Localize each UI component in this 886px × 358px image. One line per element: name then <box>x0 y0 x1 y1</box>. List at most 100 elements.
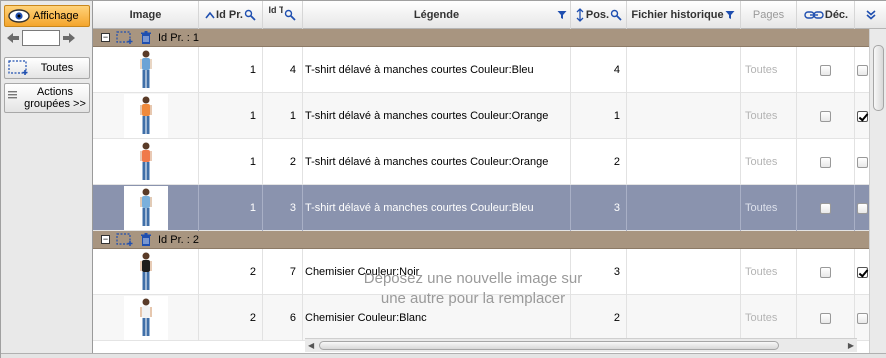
grouped-actions-label: Actions groupées >> <box>21 86 89 110</box>
cell-image[interactable] <box>93 295 199 341</box>
affichage-button[interactable]: Affichage <box>4 5 90 27</box>
table-row[interactable]: 1 3 T-shirt délavé à manches courtes Coule… <box>93 185 869 231</box>
cell-id-t: 2 <box>263 139 303 185</box>
cell-id-pr: 1 <box>199 93 263 139</box>
image-grid: Image Id Pr. Id T... Légende Pos. Fi <box>93 1 886 353</box>
product-thumbnail[interactable] <box>123 296 168 340</box>
expand-all-button[interactable] <box>855 1 886 29</box>
scroll-right-icon[interactable]: ▶ <box>848 341 854 350</box>
filter-icon[interactable] <box>557 10 567 20</box>
cell-id-t: 6 <box>263 295 303 341</box>
column-id-t-label: Id T... <box>268 5 283 15</box>
cell-id-t: 4 <box>263 47 303 93</box>
cell-extra <box>855 249 869 295</box>
grouped-actions-line1: Actions <box>36 86 74 98</box>
cell-image[interactable] <box>93 185 199 231</box>
reorder-icon <box>575 8 585 22</box>
group-header[interactable]: − Id Pr. : 2 <box>93 231 869 249</box>
search-icon[interactable] <box>610 9 622 21</box>
collapse-toggle[interactable]: − <box>101 33 110 42</box>
cell-fichier <box>627 47 741 93</box>
cell-fichier <box>627 295 741 341</box>
dec-checkbox[interactable] <box>820 312 831 324</box>
dec-checkbox[interactable] <box>820 110 831 122</box>
vertical-scrollbar[interactable] <box>869 29 886 353</box>
cell-image[interactable] <box>93 139 199 185</box>
scroll-left-icon[interactable]: ◀ <box>308 341 314 350</box>
row-checkbox[interactable] <box>856 312 868 324</box>
left-toolbar: Affichage Toutes Actions groupées >> <box>1 1 93 353</box>
select-all-icon[interactable] <box>116 232 134 247</box>
row-checkbox[interactable] <box>856 64 868 76</box>
column-header-dec[interactable]: Déc. <box>797 1 855 29</box>
column-pos-label: Pos. <box>585 9 610 21</box>
cell-dec <box>797 249 855 295</box>
cell-pages: Toutes <box>741 185 797 231</box>
cell-legende: T-shirt délavé à manches courtes Couleur… <box>303 139 571 185</box>
column-pages-label: Pages <box>752 9 785 21</box>
column-header-legende[interactable]: Légende <box>303 1 571 29</box>
arrow-right-icon[interactable] <box>60 30 78 46</box>
trash-icon[interactable] <box>140 30 152 45</box>
cell-extra <box>855 295 869 341</box>
cell-id-pr: 1 <box>199 139 263 185</box>
select-all-label: Toutes <box>40 62 74 74</box>
table-row[interactable]: 2 6 Chemisier Couleur:Blanc 2 Toutes <box>93 295 869 341</box>
product-thumbnail[interactable] <box>123 140 168 184</box>
column-header-id-t[interactable]: Id T... <box>263 1 303 29</box>
column-header-pages[interactable]: Pages <box>741 1 797 29</box>
group-header[interactable]: − Id Pr. : 1 <box>93 29 869 47</box>
horizontal-scrollbar[interactable]: ◀ ▶ <box>305 338 857 352</box>
column-header-image[interactable]: Image <box>93 1 199 29</box>
cell-id-t: 3 <box>263 185 303 231</box>
select-all-button[interactable]: Toutes <box>4 57 90 79</box>
select-all-icon <box>5 58 33 78</box>
product-thumbnail[interactable] <box>123 48 168 92</box>
grouped-actions-button[interactable]: Actions groupées >> <box>4 83 90 113</box>
row-checkbox[interactable] <box>856 156 868 168</box>
column-header-fichier[interactable]: Fichier historique <box>627 1 741 29</box>
product-thumbnail[interactable] <box>123 250 168 294</box>
dec-checkbox[interactable] <box>820 266 831 278</box>
cell-extra <box>855 139 869 185</box>
table-row[interactable]: 2 7 Chemisier Couleur:Noir 3 Toutes <box>93 249 869 295</box>
table-row[interactable]: 1 2 T-shirt délavé à manches courtes Coule… <box>93 139 869 185</box>
cell-image[interactable] <box>93 249 199 295</box>
collapse-toggle[interactable]: − <box>101 235 110 244</box>
cell-id-t: 7 <box>263 249 303 295</box>
select-all-icon[interactable] <box>116 30 134 45</box>
search-icon[interactable] <box>284 9 296 21</box>
cell-legende: T-shirt délavé à manches courtes Couleur… <box>303 185 571 231</box>
link-icon <box>804 10 824 20</box>
horizontal-scrollbar-thumb[interactable] <box>319 341 779 350</box>
row-checkbox[interactable] <box>856 266 868 278</box>
filter-icon[interactable] <box>725 10 735 20</box>
search-icon[interactable] <box>244 9 256 21</box>
cell-fichier <box>627 185 741 231</box>
cell-pos: 3 <box>571 185 627 231</box>
column-header-id-pr[interactable]: Id Pr. <box>199 1 263 29</box>
cell-pages: Toutes <box>741 139 797 185</box>
dec-checkbox[interactable] <box>820 64 831 76</box>
arrow-left-icon[interactable] <box>4 30 22 46</box>
cell-image[interactable] <box>93 47 199 93</box>
product-thumbnail[interactable] <box>123 94 168 138</box>
dec-checkbox[interactable] <box>820 202 831 214</box>
row-checkbox[interactable] <box>856 202 868 214</box>
table-row[interactable]: 1 1 T-shirt délavé à manches courtes Coule… <box>93 93 869 139</box>
cell-id-pr: 1 <box>199 47 263 93</box>
column-header-pos[interactable]: Pos. <box>571 1 627 29</box>
dec-checkbox[interactable] <box>820 156 831 168</box>
group-label: Id Pr. : 1 <box>158 31 199 44</box>
page-number-input[interactable] <box>22 30 60 46</box>
cell-pos: 3 <box>571 249 627 295</box>
cell-extra <box>855 47 869 93</box>
table-row[interactable]: 1 4 T-shirt délavé à manches courtes Coule… <box>93 47 869 93</box>
row-checkbox[interactable] <box>856 110 868 122</box>
product-thumbnail[interactable] <box>123 186 168 230</box>
cell-image[interactable] <box>93 93 199 139</box>
cell-fichier <box>627 249 741 295</box>
vertical-scrollbar-thumb[interactable] <box>873 45 884 111</box>
sort-up-icon <box>205 11 215 19</box>
trash-icon[interactable] <box>140 232 152 247</box>
